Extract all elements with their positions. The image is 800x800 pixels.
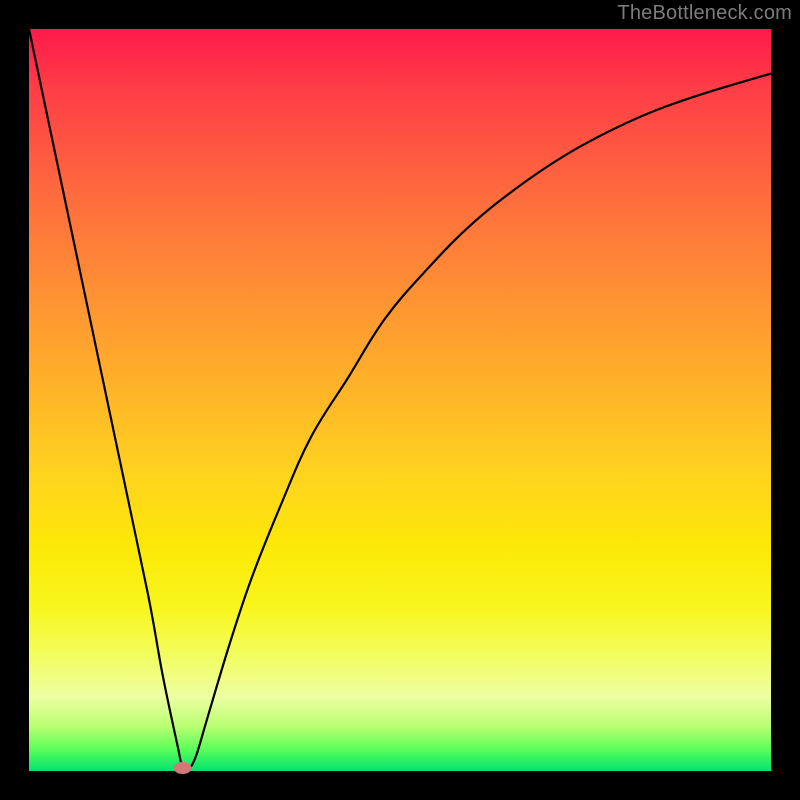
optimal-point-marker — [175, 763, 191, 773]
watermark-text: TheBottleneck.com — [617, 2, 792, 25]
plot-area — [29, 29, 771, 771]
bottleneck-curve — [29, 29, 771, 770]
curve-layer — [29, 29, 771, 771]
chart-frame: TheBottleneck.com — [0, 0, 800, 800]
